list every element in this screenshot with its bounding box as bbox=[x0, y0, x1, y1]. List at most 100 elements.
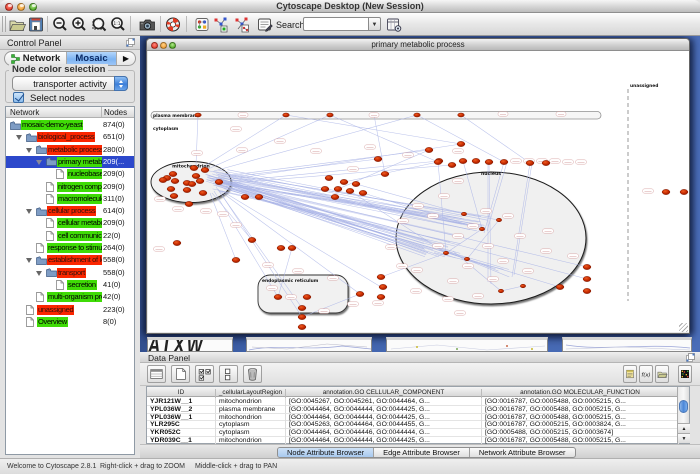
network-node[interactable] bbox=[500, 159, 508, 164]
network-edge[interactable] bbox=[461, 115, 530, 163]
network-edge[interactable] bbox=[417, 115, 504, 162]
network-node[interactable] bbox=[496, 218, 501, 222]
network-node[interactable] bbox=[298, 314, 306, 319]
network-node[interactable] bbox=[498, 289, 503, 293]
vizmapper-icon[interactable] bbox=[193, 16, 211, 33]
window-resize-grip[interactable] bbox=[679, 323, 688, 332]
network-node[interactable] bbox=[346, 188, 354, 193]
network-node[interactable] bbox=[583, 276, 591, 281]
tab-edge-attribute-browser[interactable]: Edge Attribute Browser bbox=[374, 448, 470, 457]
table-row[interactable]: YPL036W__1mitochondrion[GO:0044464, GO:0… bbox=[147, 414, 677, 422]
network-node[interactable] bbox=[459, 158, 467, 163]
network-node[interactable] bbox=[448, 162, 456, 167]
network-node[interactable] bbox=[526, 160, 534, 165]
table-column-header[interactable]: ID bbox=[147, 389, 216, 398]
attribute-table-header[interactable]: ID_cellularLayoutRegionannotation.GO CEL… bbox=[147, 387, 677, 397]
network-node[interactable] bbox=[443, 251, 448, 255]
network-node[interactable] bbox=[183, 187, 191, 192]
network-node[interactable] bbox=[288, 245, 296, 250]
network-node[interactable] bbox=[381, 171, 389, 176]
network-edge[interactable] bbox=[214, 115, 417, 171]
tree-row[interactable]: macromolecule311(0) bbox=[6, 193, 134, 205]
unselect-all-attrs-icon[interactable] bbox=[219, 365, 238, 383]
tree-row[interactable]: nitrogen compo209(0) bbox=[6, 181, 134, 193]
network-node[interactable] bbox=[167, 186, 175, 191]
network-node[interactable] bbox=[298, 305, 306, 310]
tree-row[interactable]: nucleobase-209(0) bbox=[6, 168, 134, 180]
network-edge[interactable] bbox=[208, 115, 330, 169]
network-node[interactable] bbox=[327, 113, 334, 117]
network-node[interactable] bbox=[472, 158, 480, 163]
network-node[interactable] bbox=[173, 240, 181, 245]
tree-row[interactable]: mosaic-demo-yeast874(0) bbox=[6, 119, 134, 131]
tree-row[interactable]: unassigned223(0) bbox=[6, 304, 134, 316]
camera-icon[interactable] bbox=[138, 16, 156, 33]
network-window-titlebar[interactable]: primary metabolic process bbox=[147, 39, 689, 51]
tree-row[interactable]: metabolic process280(0) bbox=[6, 144, 134, 156]
network-edge[interactable] bbox=[330, 115, 438, 162]
delete-attribute-icon[interactable] bbox=[243, 365, 262, 383]
function-builder-icon[interactable]: f(x) bbox=[639, 365, 653, 383]
network-node[interactable] bbox=[170, 193, 178, 198]
network-node[interactable] bbox=[434, 159, 442, 164]
search-input[interactable] bbox=[303, 17, 369, 31]
tree-row[interactable]: transport558(0) bbox=[6, 267, 134, 279]
tab-network-attribute-browser[interactable]: Network Attribute Browser bbox=[470, 448, 575, 457]
tree-row[interactable]: multi-organism pro42(0) bbox=[6, 291, 134, 303]
network-edge[interactable] bbox=[203, 115, 286, 167]
network-edge[interactable] bbox=[196, 115, 198, 165]
open-folder-icon[interactable] bbox=[8, 16, 26, 33]
network-node[interactable] bbox=[556, 284, 564, 289]
zoom-in-icon[interactable] bbox=[70, 16, 88, 33]
network-node[interactable] bbox=[662, 189, 670, 194]
network-node[interactable] bbox=[255, 194, 263, 199]
network-node[interactable] bbox=[414, 113, 421, 117]
zoom-selected-icon[interactable]: 1:1 bbox=[109, 16, 127, 33]
network-node[interactable] bbox=[192, 173, 200, 178]
search-dropdown-button[interactable]: ▼ bbox=[369, 17, 381, 31]
network-node[interactable] bbox=[283, 113, 290, 117]
annotation-icon[interactable] bbox=[256, 16, 274, 33]
network-node[interactable] bbox=[379, 284, 387, 289]
table-row[interactable]: YLR295Ccytoplasm[GO:0045263, GO:0044464,… bbox=[147, 421, 677, 429]
network-node[interactable] bbox=[359, 190, 367, 195]
network-node[interactable] bbox=[321, 186, 329, 191]
tree-row[interactable]: cellular metabo209(0) bbox=[6, 217, 134, 229]
tab-node-attribute-browser[interactable]: Node Attribute Browser bbox=[278, 448, 374, 457]
table-column-header[interactable]: annotation.GO CELLULAR_COMPONENT bbox=[286, 389, 482, 398]
network-node[interactable] bbox=[457, 141, 465, 146]
tree-expander-icon[interactable] bbox=[26, 209, 32, 214]
tabs-overflow-button[interactable]: ▶ bbox=[117, 52, 135, 65]
select-all-attrs-icon[interactable] bbox=[195, 365, 214, 383]
network-node[interactable] bbox=[195, 113, 202, 117]
network-node[interactable] bbox=[334, 186, 342, 191]
tree-row[interactable]: establishment of lo558(0) bbox=[6, 254, 134, 266]
network-node[interactable] bbox=[185, 201, 193, 206]
network-node[interactable] bbox=[680, 189, 688, 194]
table-row[interactable]: YKR052Ccytoplasm[GO:0044464, GO:0044446,… bbox=[147, 429, 677, 437]
background-window[interactable] bbox=[386, 337, 548, 352]
network-node[interactable] bbox=[340, 179, 348, 184]
zoom-out-icon[interactable] bbox=[51, 16, 69, 33]
network-node[interactable] bbox=[248, 237, 256, 242]
combo-stepper-icon[interactable] bbox=[114, 76, 128, 91]
network-node[interactable] bbox=[169, 171, 177, 176]
matrix-view-icon[interactable] bbox=[678, 365, 692, 383]
network-tree-header[interactable]: Network Nodes bbox=[6, 107, 134, 118]
network-node[interactable] bbox=[479, 227, 484, 231]
new-attribute-icon[interactable] bbox=[171, 365, 190, 383]
node-color-combo[interactable]: transporter activity bbox=[12, 76, 128, 91]
network-node[interactable] bbox=[377, 294, 385, 299]
network-node[interactable] bbox=[190, 165, 198, 170]
tree-row[interactable]: biological_process651(0) bbox=[6, 131, 134, 143]
network-edge[interactable] bbox=[344, 162, 438, 182]
network-node[interactable] bbox=[171, 178, 179, 183]
tree-row[interactable]: primary metabo209(... bbox=[6, 156, 134, 168]
network-node[interactable] bbox=[356, 291, 364, 296]
network-node[interactable] bbox=[188, 181, 196, 186]
float-panel-icon[interactable] bbox=[126, 38, 135, 47]
network-node[interactable] bbox=[464, 257, 469, 261]
network-node[interactable] bbox=[583, 264, 591, 269]
network-node[interactable] bbox=[241, 194, 249, 199]
network-node[interactable] bbox=[274, 294, 282, 299]
